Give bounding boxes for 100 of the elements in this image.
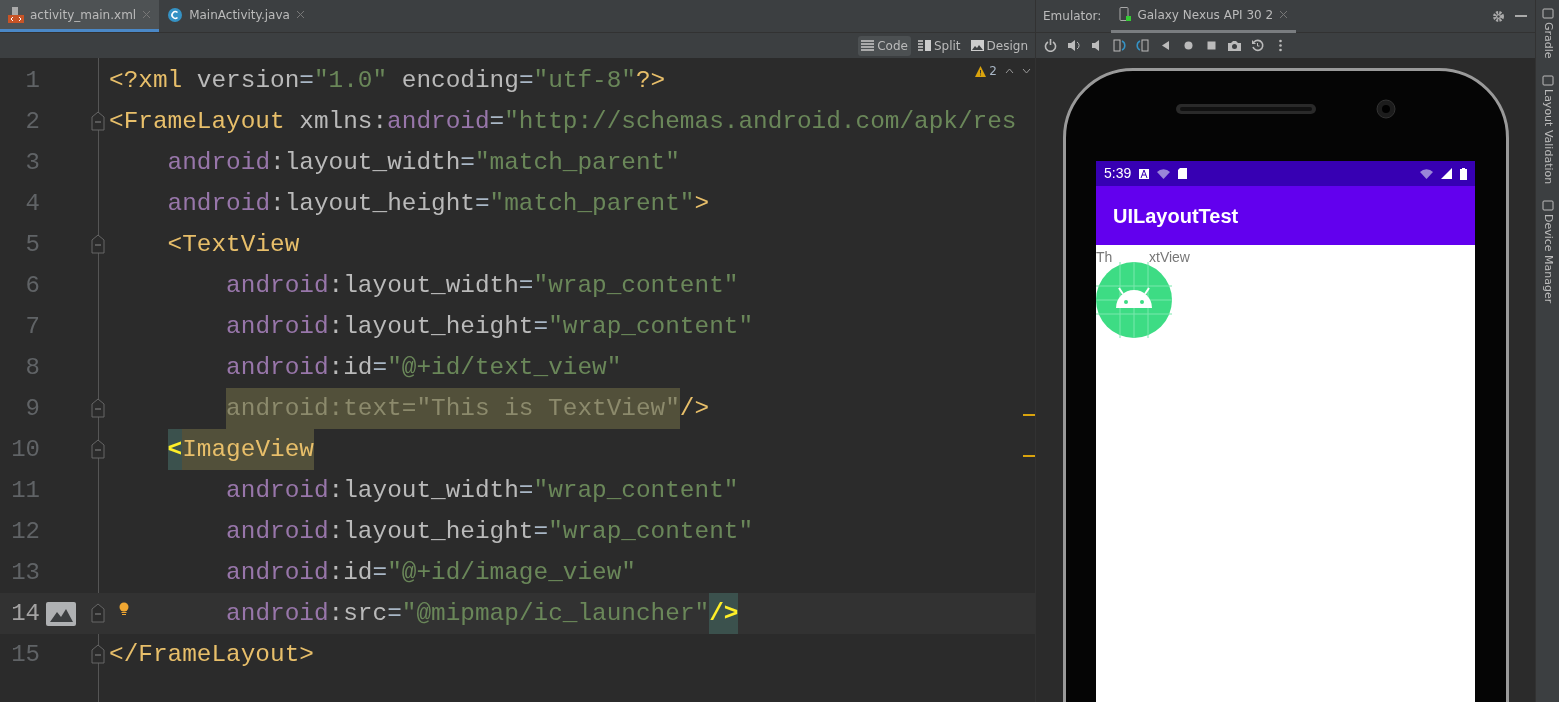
line-number: 12 <box>10 516 40 547</box>
code-token: "1.0" <box>313 66 389 96</box>
editor-tab[interactable]: activity_main.xml <box>0 0 160 32</box>
code-token: android <box>387 107 490 137</box>
code-token: ?> <box>636 66 666 96</box>
code-token: = <box>489 107 505 137</box>
code-token: android <box>226 476 329 506</box>
wifi-question-icon <box>1157 168 1171 179</box>
overview-icon[interactable] <box>1205 39 1218 52</box>
code-token: = <box>533 312 549 342</box>
side-tool-tab[interactable]: Gradle <box>1539 8 1556 59</box>
code-token: = <box>460 148 475 178</box>
device-icon <box>1541 199 1554 211</box>
close-icon[interactable] <box>295 10 305 19</box>
code-token: android <box>226 271 329 301</box>
split-icon <box>917 40 931 51</box>
code-token: = <box>387 599 402 629</box>
view-mode-button[interactable]: Design <box>967 35 1031 56</box>
code-token: < <box>167 429 183 470</box>
side-tool-tab[interactable]: Layout Validation <box>1539 74 1556 184</box>
code-token: "@mipmap/ic_launcher" <box>401 599 710 629</box>
code-token: /> <box>679 394 710 424</box>
fold-marker-icon[interactable] <box>91 439 105 459</box>
code-token: :layout_width <box>270 148 461 178</box>
code-token: > <box>694 189 710 219</box>
rotate-left-icon[interactable] <box>1113 39 1126 52</box>
side-tool-tab[interactable]: Device Manager <box>1539 199 1556 304</box>
code-token: :layout_height <box>270 189 475 219</box>
image-icon[interactable] <box>46 601 76 626</box>
code-token: "@+id/image_view" <box>387 558 636 588</box>
code-token: ImageView <box>182 429 314 470</box>
code-token: "http://schemas.android.com/apk/res <box>504 107 1017 137</box>
fold-marker-icon[interactable] <box>91 644 105 664</box>
chevron-down-icon[interactable] <box>1022 68 1031 74</box>
code-token: <FrameLayout <box>109 107 286 137</box>
code-token: "wrap_content" <box>533 476 739 506</box>
code-token: android:text="This is TextView" <box>226 388 680 429</box>
image-icon <box>970 40 984 51</box>
code-token: android <box>167 189 271 219</box>
lightbulb-icon[interactable] <box>119 602 129 616</box>
line-number: 5 <box>24 229 40 260</box>
code-token: = <box>518 476 534 506</box>
app-bar-title: UILayoutTest <box>1096 186 1475 245</box>
code-token: = <box>372 558 388 588</box>
code-token: :layout_width <box>328 476 519 506</box>
notification-a-icon <box>1139 168 1150 179</box>
line-number: 4 <box>24 188 40 219</box>
code-token: version <box>196 66 300 96</box>
line-number: 9 <box>24 393 40 424</box>
code-token: :layout_width <box>328 271 519 301</box>
warning-icon <box>975 65 987 77</box>
line-number: 10 <box>10 434 40 465</box>
settings-icon[interactable] <box>1492 9 1505 23</box>
code-token: "wrap_content" <box>533 271 739 301</box>
camera-icon[interactable] <box>1228 39 1241 52</box>
code-token: = <box>474 189 490 219</box>
code-token: "match_parent" <box>474 148 680 178</box>
fold-marker-icon[interactable] <box>91 234 105 254</box>
phone-icon <box>1119 7 1132 22</box>
code-token: encoding <box>401 66 519 96</box>
code-token: :layout_height <box>328 312 534 342</box>
code-token: android <box>226 353 329 383</box>
line-number: 13 <box>10 557 40 588</box>
device-tab[interactable]: Galaxy Nexus API 30 2 <box>1111 0 1297 33</box>
code-token: = <box>372 353 388 383</box>
editor-tab[interactable]: MainActivity.java <box>159 0 313 32</box>
back-icon[interactable] <box>1159 39 1172 52</box>
close-icon[interactable] <box>1279 10 1289 19</box>
power-icon[interactable] <box>1044 39 1057 52</box>
line-number: 7 <box>24 311 40 342</box>
view-mode-button[interactable]: Code <box>858 35 911 56</box>
class-file-icon <box>167 6 184 23</box>
reset-icon[interactable] <box>1251 39 1264 52</box>
code-token: android <box>167 148 271 178</box>
fold-marker-icon[interactable] <box>91 603 105 623</box>
line-number: 15 <box>10 639 40 670</box>
fold-marker-icon[interactable] <box>91 111 105 131</box>
code-token: <?xml <box>109 66 184 96</box>
device-icon <box>1541 74 1554 86</box>
code-token: :layout_height <box>328 517 534 547</box>
code-token: = <box>299 66 314 96</box>
line-number: 2 <box>24 106 40 137</box>
line-number: 14 <box>10 598 40 629</box>
line-number: 8 <box>24 352 40 383</box>
code-token: = <box>518 271 534 301</box>
code-token: :src <box>328 599 388 629</box>
chevron-up-icon[interactable] <box>1005 68 1014 74</box>
code-token: android <box>226 599 329 629</box>
rotate-right-icon[interactable] <box>1136 39 1149 52</box>
volume-up-icon[interactable] <box>1067 39 1080 52</box>
code-token: "wrap_content" <box>548 517 754 547</box>
code-token: "match_parent" <box>489 189 695 219</box>
home-icon[interactable] <box>1182 39 1195 52</box>
view-mode-button[interactable]: Split <box>914 35 964 56</box>
fold-marker-icon[interactable] <box>91 398 105 418</box>
status-time: 5:39 <box>1104 164 1132 183</box>
xml-file-icon <box>8 6 24 23</box>
code-token: = <box>518 66 534 96</box>
warning-count: 2 <box>989 63 997 80</box>
code-token: "wrap_content" <box>548 312 754 342</box>
